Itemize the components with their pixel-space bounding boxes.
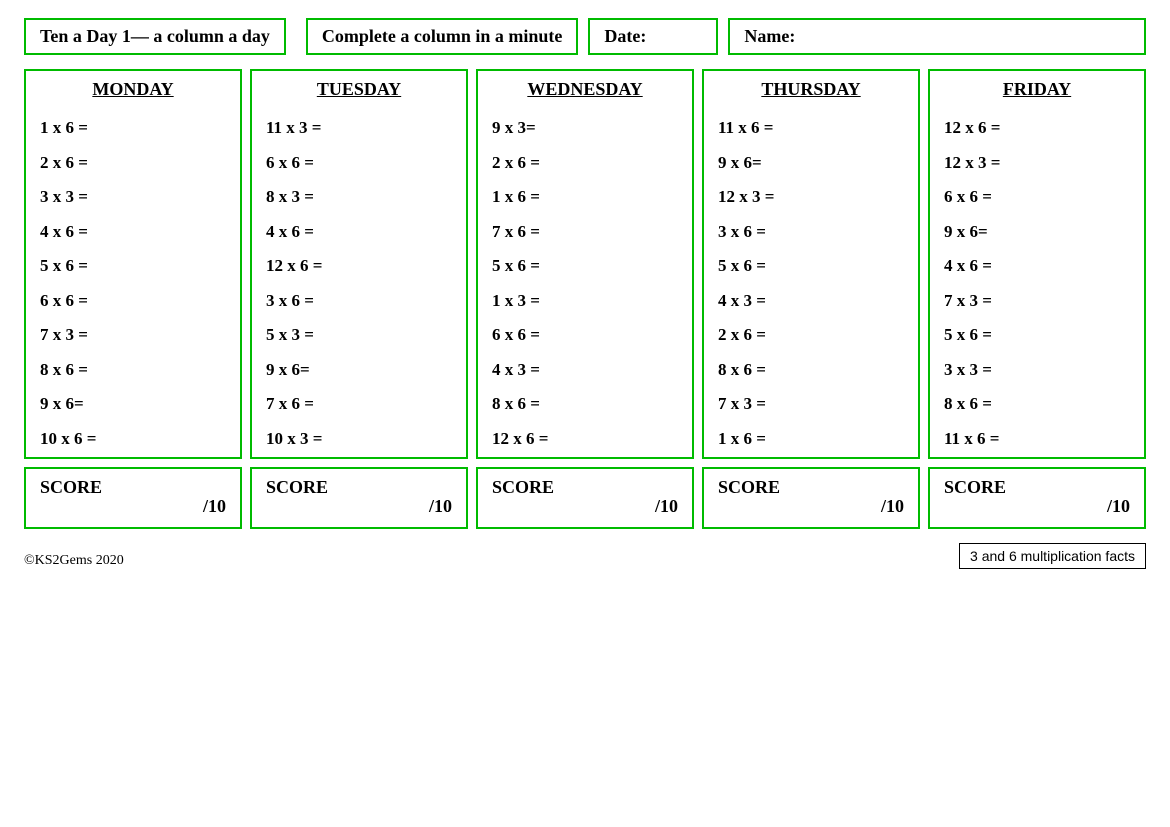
fact-item: 7 x 3 = xyxy=(26,313,240,348)
fact-item: 7 x 6 = xyxy=(252,382,466,417)
fact-item: 4 x 6 = xyxy=(26,210,240,245)
fact-item: 5 x 6 = xyxy=(478,244,692,279)
fact-item: 7 x 6 = xyxy=(478,210,692,245)
fact-item: 2 x 6 = xyxy=(704,313,918,348)
score-value: /10 xyxy=(881,496,904,517)
fact-item: 2 x 6 = xyxy=(26,141,240,176)
score-label: SCORE xyxy=(944,477,1130,498)
fact-item: 12 x 6 = xyxy=(930,106,1144,141)
complete-text: Complete a column in a minute xyxy=(322,26,563,46)
day-col-friday: FRIDAY12 x 6 =12 x 3 =6 x 6 =9 x 6=4 x 6… xyxy=(928,69,1146,459)
score-value: /10 xyxy=(1107,496,1130,517)
fact-item: 5 x 6 = xyxy=(26,244,240,279)
fact-item: 9 x 6= xyxy=(26,382,240,417)
fact-item: 11 x 6 = xyxy=(930,417,1144,452)
day-col-thursday: THURSDAY11 x 6 =9 x 6=12 x 3 =3 x 6 =5 x… xyxy=(702,69,920,459)
fact-item: 10 x 3 = xyxy=(252,417,466,452)
fact-item: 3 x 6 = xyxy=(704,210,918,245)
fact-item: 10 x 6 = xyxy=(26,417,240,452)
fact-item: 3 x 3 = xyxy=(930,348,1144,383)
fact-item: 8 x 6 = xyxy=(478,382,692,417)
score-label: SCORE xyxy=(40,477,226,498)
fact-item: 6 x 6 = xyxy=(26,279,240,314)
date-label: Date: xyxy=(604,26,646,46)
fact-item: 4 x 6 = xyxy=(252,210,466,245)
fact-item: 5 x 3 = xyxy=(252,313,466,348)
fact-item: 1 x 6 = xyxy=(704,417,918,452)
day-col-wednesday: WEDNESDAY9 x 3=2 x 6 =1 x 6 =7 x 6 =5 x … xyxy=(476,69,694,459)
fact-item: 9 x 6= xyxy=(930,210,1144,245)
facts-tag: 3 and 6 multiplication facts xyxy=(959,543,1146,569)
fact-item: 2 x 6 = xyxy=(478,141,692,176)
name-box: Name: xyxy=(728,18,1146,55)
score-box-wednesday: SCORE/10 xyxy=(476,467,694,529)
fact-item: 4 x 3 = xyxy=(478,348,692,383)
score-box-thursday: SCORE/10 xyxy=(702,467,920,529)
fact-item: 12 x 3 = xyxy=(704,175,918,210)
fact-item: 1 x 3 = xyxy=(478,279,692,314)
columns-row: MONDAY1 x 6 =2 x 6 =3 x 3 =4 x 6 =5 x 6 … xyxy=(24,69,1146,459)
score-row: SCORE/10SCORE/10SCORE/10SCORE/10SCORE/10 xyxy=(24,467,1146,529)
fact-item: 5 x 6 = xyxy=(704,244,918,279)
complete-box: Complete a column in a minute xyxy=(306,18,579,55)
footer-row: ©KS2Gems 2020 3 and 6 multiplication fac… xyxy=(24,543,1146,569)
fact-item: 6 x 6 = xyxy=(252,141,466,176)
score-box-monday: SCORE/10 xyxy=(24,467,242,529)
day-col-tuesday: TUESDAY11 x 3 =6 x 6 =8 x 3 =4 x 6 =12 x… xyxy=(250,69,468,459)
score-label: SCORE xyxy=(492,477,678,498)
fact-item: 1 x 6 = xyxy=(478,175,692,210)
fact-item: 12 x 3 = xyxy=(930,141,1144,176)
fact-item: 11 x 3 = xyxy=(252,106,466,141)
fact-item: 8 x 3 = xyxy=(252,175,466,210)
title-box: Ten a Day 1— a column a day xyxy=(24,18,286,55)
fact-item: 1 x 6 = xyxy=(26,106,240,141)
fact-item: 9 x 6= xyxy=(704,141,918,176)
fact-item: 3 x 6 = xyxy=(252,279,466,314)
day-col-monday: MONDAY1 x 6 =2 x 6 =3 x 3 =4 x 6 =5 x 6 … xyxy=(24,69,242,459)
fact-item: 8 x 6 = xyxy=(704,348,918,383)
header-row: Ten a Day 1— a column a day Complete a c… xyxy=(24,18,1146,55)
fact-item: 8 x 6 = xyxy=(26,348,240,383)
score-value: /10 xyxy=(655,496,678,517)
day-header-wednesday: WEDNESDAY xyxy=(478,71,692,106)
score-value: /10 xyxy=(203,496,226,517)
fact-item: 6 x 6 = xyxy=(478,313,692,348)
fact-item: 3 x 3 = xyxy=(26,175,240,210)
fact-item: 4 x 6 = xyxy=(930,244,1144,279)
score-label: SCORE xyxy=(266,477,452,498)
fact-item: 11 x 6 = xyxy=(704,106,918,141)
fact-item: 12 x 6 = xyxy=(252,244,466,279)
score-label: SCORE xyxy=(718,477,904,498)
fact-item: 12 x 6 = xyxy=(478,417,692,452)
fact-item: 7 x 3 = xyxy=(704,382,918,417)
score-box-friday: SCORE/10 xyxy=(928,467,1146,529)
day-header-friday: FRIDAY xyxy=(930,71,1144,106)
fact-item: 5 x 6 = xyxy=(930,313,1144,348)
fact-item: 9 x 6= xyxy=(252,348,466,383)
name-label: Name: xyxy=(744,26,795,46)
date-box: Date: xyxy=(588,18,718,55)
day-header-monday: MONDAY xyxy=(26,71,240,106)
day-header-thursday: THURSDAY xyxy=(704,71,918,106)
score-box-tuesday: SCORE/10 xyxy=(250,467,468,529)
fact-item: 8 x 6 = xyxy=(930,382,1144,417)
copyright: ©KS2Gems 2020 xyxy=(24,553,124,569)
fact-item: 4 x 3 = xyxy=(704,279,918,314)
fact-item: 6 x 6 = xyxy=(930,175,1144,210)
title-text: Ten a Day 1— a column a day xyxy=(40,26,270,46)
fact-item: 9 x 3= xyxy=(478,106,692,141)
fact-item: 7 x 3 = xyxy=(930,279,1144,314)
score-value: /10 xyxy=(429,496,452,517)
day-header-tuesday: TUESDAY xyxy=(252,71,466,106)
